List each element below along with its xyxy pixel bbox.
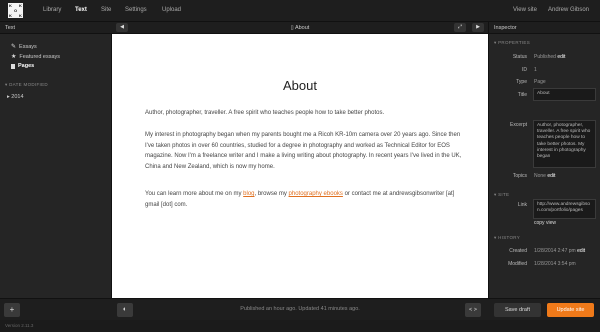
editor-pane: ◀ ▯ About ⤢ ▶ About Author, photographer… xyxy=(112,22,488,298)
type-value: Page xyxy=(534,79,546,85)
document-canvas[interactable]: About Author, photographer, traveller. A… xyxy=(112,34,488,298)
id-label: ID xyxy=(522,67,527,73)
topics-edit-link[interactable]: edit xyxy=(547,173,555,179)
excerpt-field[interactable]: Author, photographer, traveller. A free … xyxy=(533,120,596,168)
site-section[interactable]: ▾ SITE xyxy=(494,192,509,198)
date-modified-section[interactable]: ▾ DATE MODIFIED xyxy=(5,82,48,88)
collapse-right-icon[interactable]: ▶ xyxy=(472,23,484,32)
link-actions: copy view xyxy=(534,220,556,226)
pen-icon: ✎ xyxy=(11,44,17,50)
year-2014[interactable]: ▸ 2014 xyxy=(7,94,24,100)
topics-value: None edit xyxy=(534,173,556,179)
id-value: 1 xyxy=(534,67,537,73)
top-navigation-bar: KK O KK Library Text Site Settings Uploa… xyxy=(0,0,600,22)
document-tab: ▯ About xyxy=(112,25,488,31)
add-button[interactable]: + xyxy=(4,303,20,317)
document-title: About xyxy=(294,25,310,31)
bottom-bar: + ◐ Published an hour ago. Updated 41 mi… xyxy=(0,298,600,320)
created-label: Created xyxy=(509,248,527,254)
nav-text[interactable]: Text xyxy=(75,7,87,13)
document-icon: ▯ xyxy=(290,25,294,31)
paragraph-1[interactable]: Author, photographer, traveller. A free … xyxy=(145,108,465,119)
paragraph-3[interactable]: You can learn more about me on my blog, … xyxy=(145,189,465,210)
properties-section[interactable]: ▾ PROPERTIES xyxy=(494,40,530,46)
nav-settings[interactable]: Settings xyxy=(125,7,147,13)
sidebar-item-essays[interactable]: ✎ Essays xyxy=(11,43,37,51)
sidebar-item-label: Pages xyxy=(18,63,35,69)
update-site-button[interactable]: Update site xyxy=(547,303,594,317)
modified-label: Modified xyxy=(508,261,527,267)
user-menu[interactable]: Andrew Gibson xyxy=(548,7,589,13)
sidebar-item-label: Featured essays xyxy=(19,53,61,60)
status-value: Published edit xyxy=(534,54,566,60)
sidebar-title: Text xyxy=(0,22,112,34)
title-field[interactable]: About xyxy=(533,88,596,101)
status-edit-link[interactable]: edit xyxy=(557,54,565,60)
nav-upload[interactable]: Upload xyxy=(162,7,181,13)
title-label: Title xyxy=(517,92,527,98)
blog-link[interactable]: blog xyxy=(243,191,254,197)
created-value: 1/28/2014 2:47 pm edit xyxy=(534,248,586,254)
created-edit-link[interactable]: edit xyxy=(577,248,585,254)
save-draft-button[interactable]: Save draft xyxy=(494,303,541,317)
sidebar-item-featured-essays[interactable]: ★ Featured essays xyxy=(11,53,61,61)
copy-link[interactable]: copy xyxy=(534,220,545,226)
star-icon: ★ xyxy=(11,54,17,60)
nav-library[interactable]: Library xyxy=(43,7,61,13)
editor-toolbar: ◀ ▯ About ⤢ ▶ xyxy=(112,22,488,34)
link-field[interactable]: http://www.andrewsgibson.com/portfolio/p… xyxy=(533,199,596,219)
sidebar: Text ✎ Essays ★ Featured essays Pages ▾ … xyxy=(0,22,112,298)
page-icon xyxy=(11,63,15,69)
sidebar-item-label: Essays xyxy=(19,43,37,50)
nav-site[interactable]: Site xyxy=(101,7,111,13)
app-window: KK O KK Library Text Site Settings Uploa… xyxy=(0,0,600,332)
version-text: Version 2.11.3 xyxy=(5,323,34,328)
document-heading[interactable]: About xyxy=(112,78,488,93)
topics-label: Topics xyxy=(512,173,527,179)
ebooks-link[interactable]: photography ebooks xyxy=(289,191,343,197)
type-label: Type xyxy=(516,79,527,85)
publish-status-text: Published an hour ago. Updated 41 minute… xyxy=(240,306,360,312)
koken-logo[interactable]: KK O KK xyxy=(8,3,23,18)
inspector-title: Inspector xyxy=(489,22,600,34)
link-label: Link xyxy=(517,202,527,208)
status-label: Status xyxy=(512,54,527,60)
paragraph-2[interactable]: My interest in photography began when my… xyxy=(145,130,465,172)
view-site-link[interactable]: View site xyxy=(513,7,537,13)
history-section[interactable]: ▾ HISTORY xyxy=(494,235,520,241)
fullscreen-icon[interactable]: ⤢ xyxy=(454,23,466,32)
view-link[interactable]: view xyxy=(546,220,556,226)
excerpt-label: Excerpt xyxy=(510,122,527,128)
modified-value: 1/28/2014 3:54 pm xyxy=(534,261,576,267)
inspector-panel: Inspector ▾ PROPERTIES Status Published … xyxy=(488,22,600,298)
code-view-icon[interactable]: < > xyxy=(465,303,481,317)
sidebar-item-pages[interactable]: Pages xyxy=(11,63,34,69)
